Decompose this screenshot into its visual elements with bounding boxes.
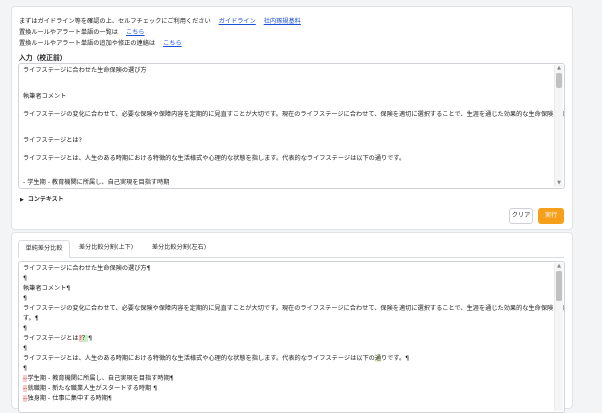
input-line: ライフステージに合わせた生命保険の選び方 [23,67,147,74]
input-line: ライフステージとは、人生のある時期における特徴的な生活様式や心理的な状態を指しま… [23,155,406,162]
diff-text: ライフステージとは、人生のある時期における特徴的な生活様式や心理的な状態を指しま… [23,355,375,362]
output-scrollbar[interactable]: ▲ [554,263,563,411]
diff-text: りです。¶ [381,355,410,362]
rule-list-link[interactable]: こちら [126,29,145,36]
diff-line: ライフステージの変化に合わせて、必要な保険や保障内容を定期的に見直すことが大切で… [23,305,565,312]
input-line: ライフステージとは? [23,137,82,144]
rule-list-notice: 置換ルールやアラート単語の一覧は こちら [19,29,145,37]
scroll-up-icon[interactable]: ▲ [555,263,563,270]
input-line: - 学生期 - 教育機関に所属し、自己実現を目指す時期 [23,179,170,186]
scroll-down-icon[interactable]: ▼ [555,180,563,187]
guideline-notice: まずはガイドライン等を確認の上、セルフチェックにご利用ください ガイドライン 社… [19,18,301,26]
scroll-thumb[interactable] [556,271,562,301]
input-scrollbar[interactable]: ▲ ▼ [554,65,563,187]
caret-right-icon: ▶ [20,197,24,203]
diff-line: --学生期 - 教育機関に所属し、自己実現を目指す時期¶ [23,375,174,383]
clear-button[interactable]: クリア [509,208,533,224]
rule-list-text: 置換ルールやアラート単語の一覧は [19,29,118,36]
tab-simple-diff[interactable]: 単純差分比較 [18,240,70,258]
internal-docs-link[interactable]: 社内琢規基料 [264,18,301,25]
guideline-text: まずはガイドライン等を確認の上、セルフチェックにご利用ください [19,18,211,25]
rule-request-link[interactable]: こちら [163,40,182,47]
diff-line: ¶ [23,345,27,352]
tab-split-vertical[interactable]: 差分比較分割(上下) [72,240,140,256]
input-line: 執筆者コメント [23,93,67,100]
diff-line: --独身期 - 仕事に集中する時期¶ [23,395,112,403]
diff-tabs: 単純差分比較 差分比較分割(上下) 差分比較分割(左右) [18,240,564,258]
diff-line: ライフステージとは?？¶ [23,335,92,343]
run-button[interactable]: 実行 [538,208,564,224]
diff-line: ライフステージに合わせた生命保険の選び方¶ [23,265,151,272]
scroll-up-icon[interactable]: ▲ [555,65,563,72]
diff-text: 学生期 - 教育機関に所属し、自己実現を目指す時期¶ [27,375,174,382]
context-toggle[interactable]: ▶ コンテキスト [20,194,64,203]
diff-text: ライフステージとは [23,335,79,342]
diff-line: ¶ [23,275,27,282]
diff-line: 執筆者コメント¶ [23,285,71,292]
input-textarea[interactable]: ライフステージに合わせた生命保険の選び方 執筆者コメント ライフステージの変化に… [18,63,565,189]
input-label: 入力（校正前） [19,54,67,62]
diff-line: す。¶ [23,315,39,322]
diff-line: ¶ [23,325,27,332]
input-line: ライフステージの変化に合わせて、必要な保険や保障内容を定期的に見直すことが大切で… [23,111,565,118]
diff-text: ¶ [88,335,92,342]
scroll-thumb[interactable] [556,73,562,88]
diff-text: 就職期 - 新たな職業人生がスタートする時期 ¶ [27,385,158,392]
rule-request-notice: 置換ルールやアラート単語の追加や修正の連絡は こちら [19,40,182,48]
diff-line: ¶ [23,365,27,372]
rule-request-text: 置換ルールやアラート単語の追加や修正の連絡は [19,40,156,47]
diff-line: --就職期 - 新たな職業人生がスタートする時期 ¶ [23,385,157,393]
diff-output: ライフステージに合わせた生命保険の選び方¶ ¶ 執筆者コメント¶ ¶ ライフステ… [18,261,565,413]
input-panel: まずはガイドライン等を確認の上、セルフチェックにご利用ください ガイドライン 社… [11,6,573,230]
diff-line: ライフステージとは、人生のある時期における特徴的な生活様式や心理的な状態を指しま… [23,355,409,363]
guideline-link[interactable]: ガイドライン [219,18,256,25]
tab-split-horizontal[interactable]: 差分比較分割(左右) [144,240,214,256]
diff-line: ¶ [23,295,27,302]
output-panel: 単純差分比較 差分比較分割(上下) 差分比較分割(左右) ライフステージに合わせ… [11,232,573,413]
context-label: コンテキスト [27,196,64,203]
